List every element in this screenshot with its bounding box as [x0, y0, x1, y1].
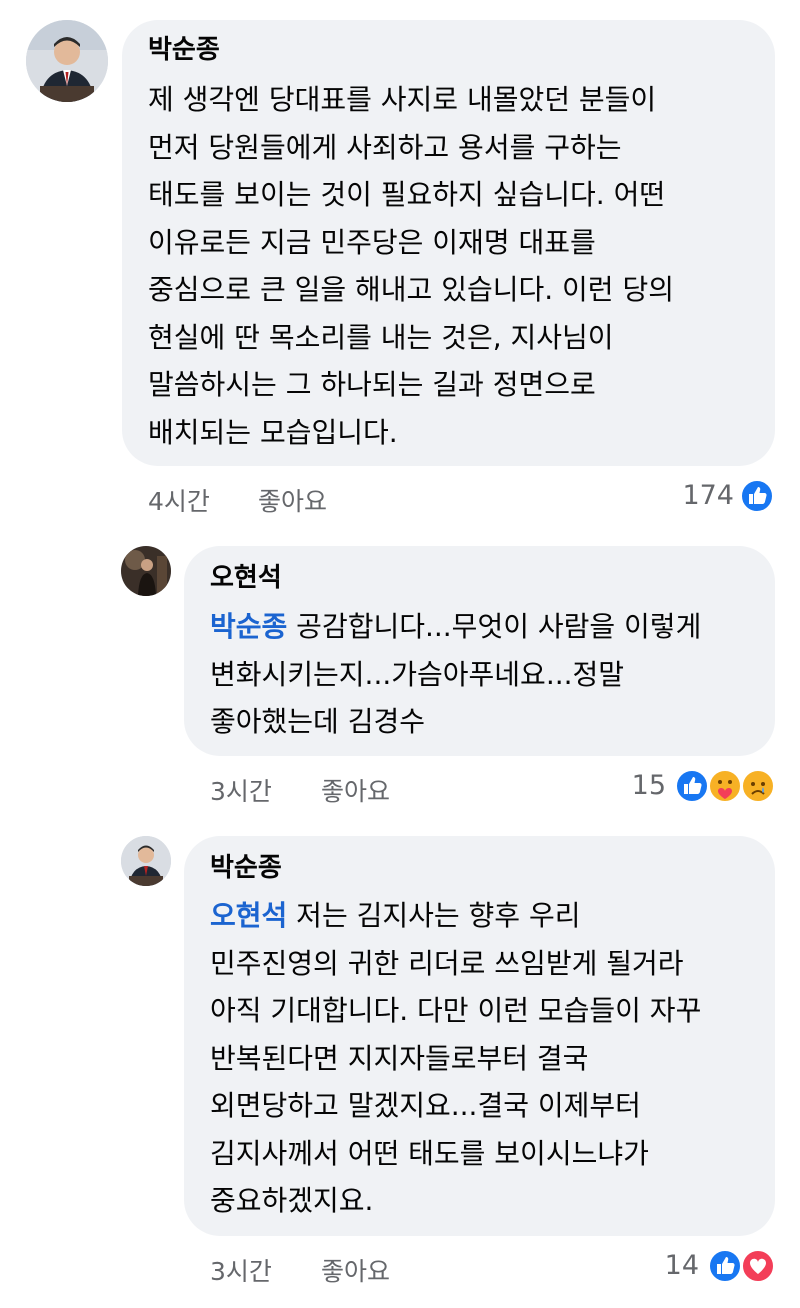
comment-text: 박순종 공감합니다...무엇이 사람을 이렇게 변화시키는지...가슴아푸네요.… — [210, 603, 701, 746]
comment-line: 현실에 딴 목소리를 내는 것은, 지사님이 — [148, 320, 614, 354]
reaction-count[interactable]: 15 — [632, 770, 666, 801]
comment-line: 민주진영의 귀한 리더로 쓰임받게 될거라 — [210, 946, 684, 980]
comment-line: 제 생각엔 당대표를 사지로 내몰았던 분들이 — [148, 83, 657, 116]
comment-line: 김지사께서 어떤 태도를 보이시느냐가 — [210, 1136, 649, 1170]
comment-text: 제 생각엔 당대표를 사지로 내몰았던 분들이 먼저 당원들에게 사죄하고 용서… — [148, 76, 674, 456]
comment-line: 배치되는 모습입니다. — [148, 415, 398, 449]
comment-time[interactable]: 3시간 — [210, 1252, 272, 1288]
comment-line: 중심으로 큰 일을 해내고 있습니다. 이런 당의 — [148, 273, 674, 306]
comment-author[interactable]: 박순종 — [148, 34, 220, 66]
comment-line: 반복된다면 지지자들로부터 결국 — [210, 1041, 589, 1075]
care-icon[interactable] — [708, 769, 742, 803]
comment-line: 변화시키는지...가슴아푸네요...정말 — [210, 657, 625, 691]
comment-line: 이유로든 지금 민주당은 이재명 대표를 — [148, 225, 596, 259]
avatar-photo — [26, 20, 108, 102]
like-button[interactable]: 좋아요 — [321, 772, 390, 808]
comment-time[interactable]: 3시간 — [210, 772, 272, 808]
comment-line-rest: 공감합니다...무엇이 사람을 이렇게 — [287, 610, 702, 643]
avatar[interactable] — [121, 836, 171, 886]
comment-line: 중요하겠지요. — [210, 1184, 374, 1217]
like-icon[interactable] — [708, 1249, 742, 1283]
comment-author[interactable]: 오현석 — [210, 562, 282, 594]
like-button[interactable]: 좋아요 — [321, 1252, 390, 1288]
like-icon[interactable] — [675, 769, 709, 803]
comment-line: 먼저 당원들에게 사죄하고 용서를 구하는 — [148, 130, 622, 164]
mention-link[interactable]: 박순종 — [210, 610, 287, 643]
mention-link[interactable]: 오현석 — [210, 899, 287, 932]
comment-line: 박순종 공감합니다...무엇이 사람을 이렇게 — [210, 603, 701, 651]
avatar-photo — [121, 836, 171, 886]
like-icon[interactable] — [740, 479, 774, 513]
like-button[interactable]: 좋아요 — [258, 482, 327, 518]
comment-line: 오현석 저는 김지사는 향후 우리 — [210, 892, 701, 940]
comment-time[interactable]: 4시간 — [148, 482, 210, 518]
comment-text: 오현석 저는 김지사는 향후 우리 민주진영의 귀한 리더로 쓰임받게 될거라 … — [210, 892, 701, 1225]
reaction-count[interactable]: 174 — [682, 480, 734, 511]
avatar[interactable] — [26, 20, 108, 102]
reaction-count[interactable]: 14 — [665, 1250, 699, 1281]
comment-line: 외면당하고 말겠지요...결국 이제부터 — [210, 1089, 641, 1122]
avatar-photo — [121, 546, 171, 596]
comment-line: 좋아했는데 김경수 — [210, 705, 425, 738]
comment-line: 말씀하시는 그 하나되는 길과 정면으로 — [148, 368, 596, 401]
avatar[interactable] — [121, 546, 171, 596]
comment-line: 아직 기대합니다. 다만 이런 모습들이 자꾸 — [210, 994, 702, 1027]
love-icon[interactable] — [741, 1249, 775, 1283]
comment-line: 태도를 보이는 것이 필요하지 싶습니다. 어떤 — [148, 178, 666, 211]
comment-author[interactable]: 박순종 — [210, 852, 282, 884]
sad-icon[interactable] — [741, 769, 775, 803]
comment-line-rest: 저는 김지사는 향후 우리 — [287, 899, 581, 932]
